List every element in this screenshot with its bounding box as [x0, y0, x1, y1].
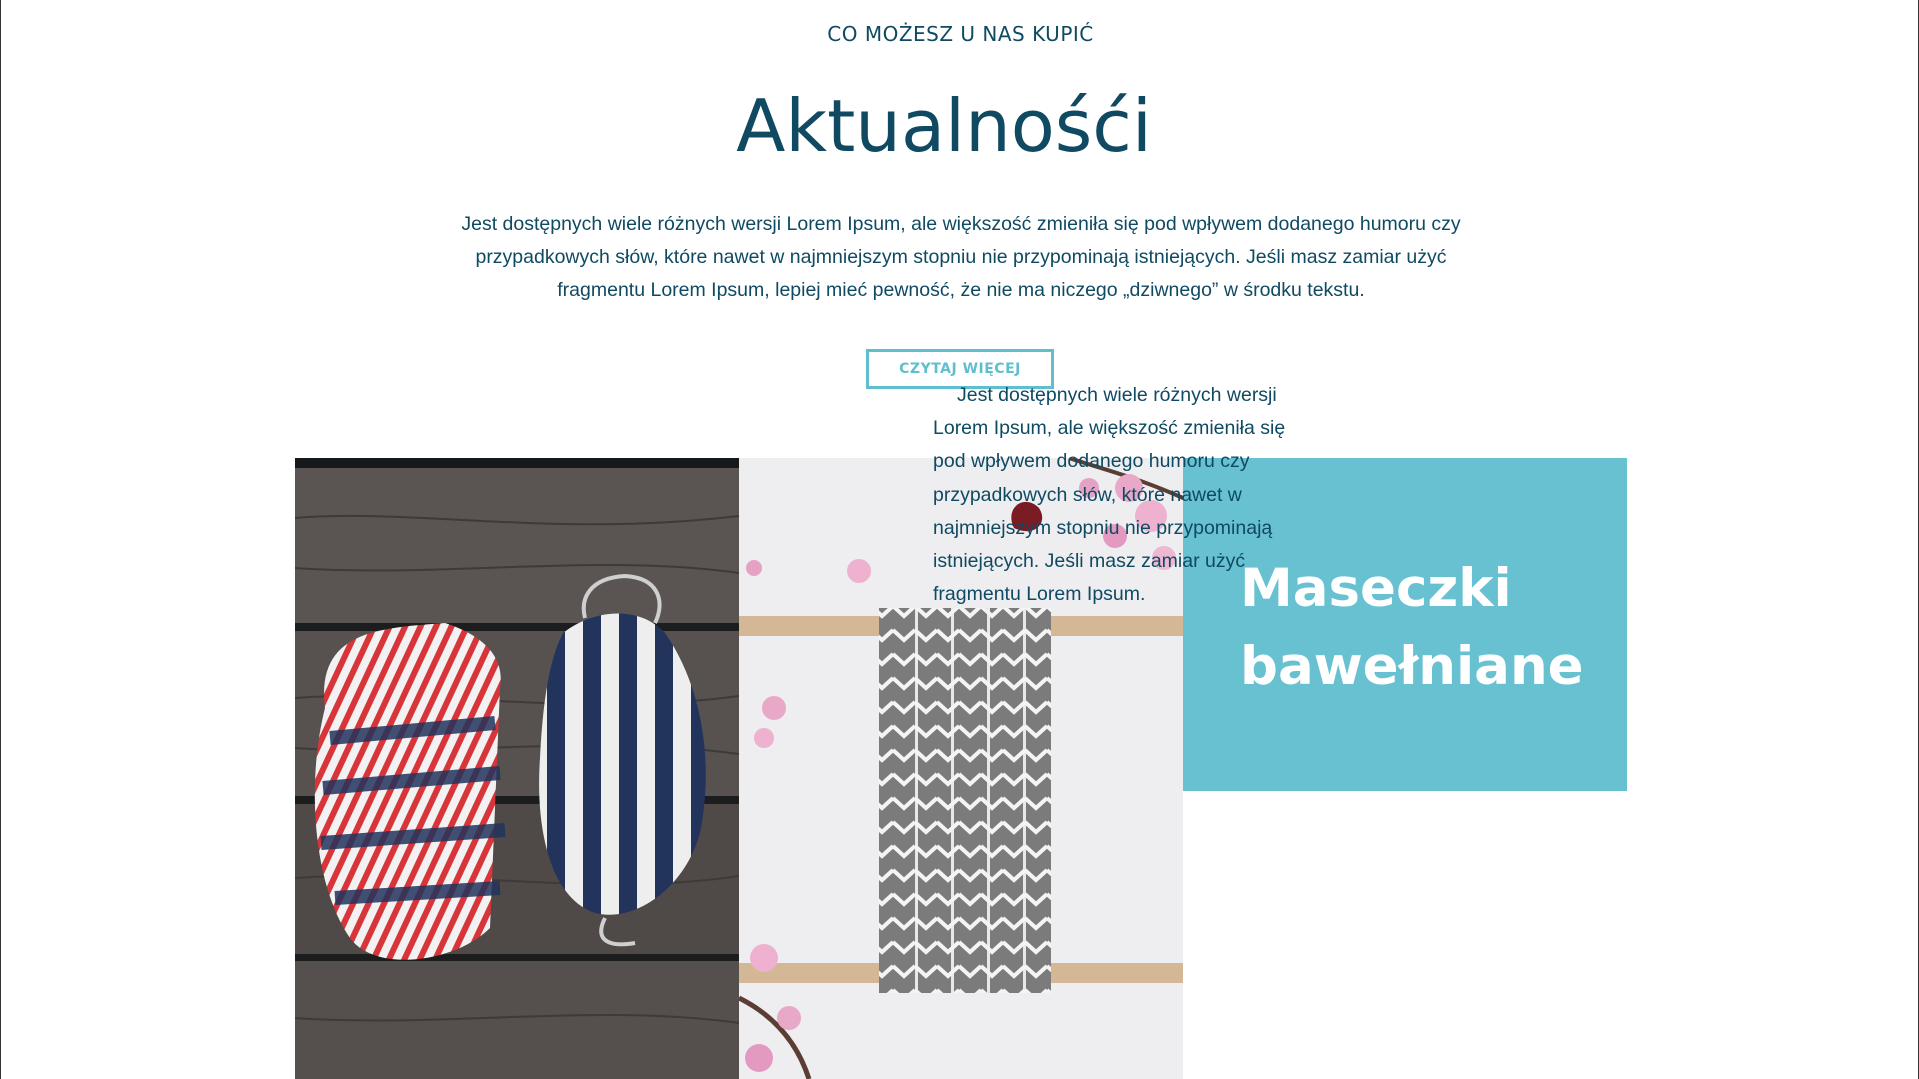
striped-masks-photo — [295, 458, 739, 1079]
feature-description: Jest dostępnych wiele różnych wersji Lor… — [933, 384, 1286, 606]
section-intro: Jest dostępnych wiele różnych wersji Lor… — [461, 213, 1461, 301]
section-eyebrow: CO MOŻESZ U NAS KUPIĆ — [827, 22, 1094, 46]
section-title: Aktualnośći — [736, 84, 1152, 168]
